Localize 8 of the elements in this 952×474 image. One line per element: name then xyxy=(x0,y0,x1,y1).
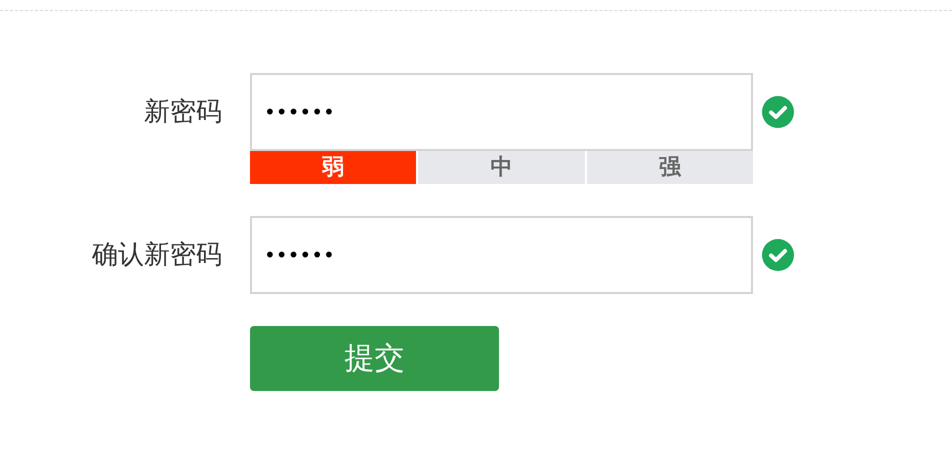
password-field[interactable]: •••••• xyxy=(250,73,753,151)
strength-segment: 中 xyxy=(418,151,585,184)
submit-button[interactable]: 提交 xyxy=(250,326,499,391)
strength-segment: 弱 xyxy=(250,151,416,184)
field-label: 确认新密码 xyxy=(91,239,222,272)
strength-segment: 强 xyxy=(586,151,753,184)
field-label: 新密码 xyxy=(143,96,222,129)
password-field[interactable]: •••••• xyxy=(250,216,753,294)
